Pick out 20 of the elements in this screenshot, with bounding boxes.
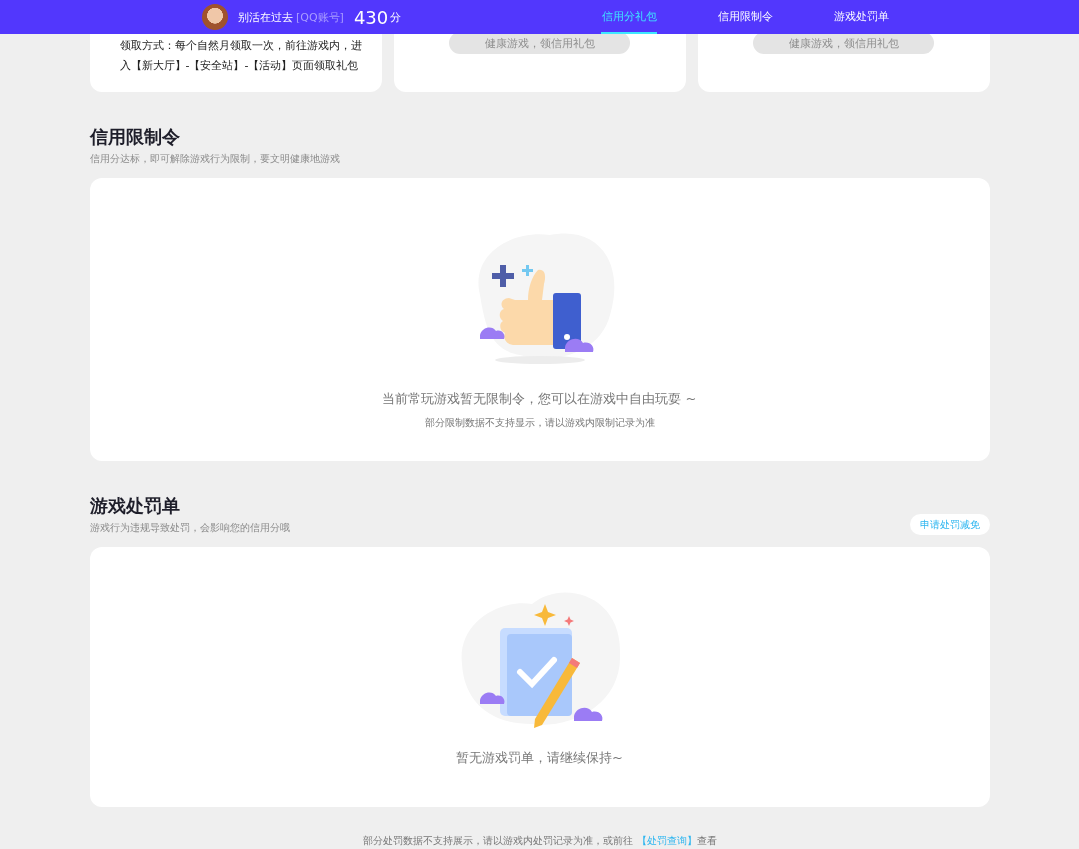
section-subtitle: 信用分达标，即可解除游戏行为限制，要文明健康地游戏 [89, 152, 340, 166]
appeal-button[interactable]: 申请处罚减免 [909, 514, 990, 535]
nav-tab[interactable]: 游戏处罚单 [803, 0, 920, 34]
credit-score: 430 [353, 6, 389, 28]
nav-tab[interactable]: 信用限制令 [687, 0, 804, 34]
avatar [202, 4, 228, 30]
section-subtitle: 游戏行为违规导致处罚，会影响您的信用分哦 [89, 521, 290, 535]
footer-note: 部分处罚数据不支持展示，请以游戏内处罚记录为准，或前往 【处罚查询】查看 [362, 834, 717, 848]
empty-message: 当前常玩游戏暂无限制令，您可以在游戏中自由玩耍 ~ [382, 390, 697, 408]
score-unit: 分 [390, 9, 402, 25]
gift-instructions: 领取方式：每个自然月领取一次，前往游戏内，进 [119, 38, 363, 54]
empty-message: 暂无游戏罚单，请继续保持~ [456, 749, 623, 767]
username: 别活在过去 [238, 9, 293, 25]
nav-tab[interactable]: 信用分礼包 [571, 0, 688, 34]
penalty-query-link[interactable]: 【处罚查询】 [636, 835, 697, 846]
section-title: 信用限制令 [89, 126, 181, 148]
gift-instructions: 入【新大厅】-【安全站】-【活动】页面领取礼包 [119, 58, 360, 74]
section-title: 游戏处罚单 [89, 495, 181, 517]
empty-note: 部分限制数据不支持显示，请以游戏内限制记录为准 [424, 416, 655, 430]
account-type: [QQ账号] [296, 9, 344, 25]
